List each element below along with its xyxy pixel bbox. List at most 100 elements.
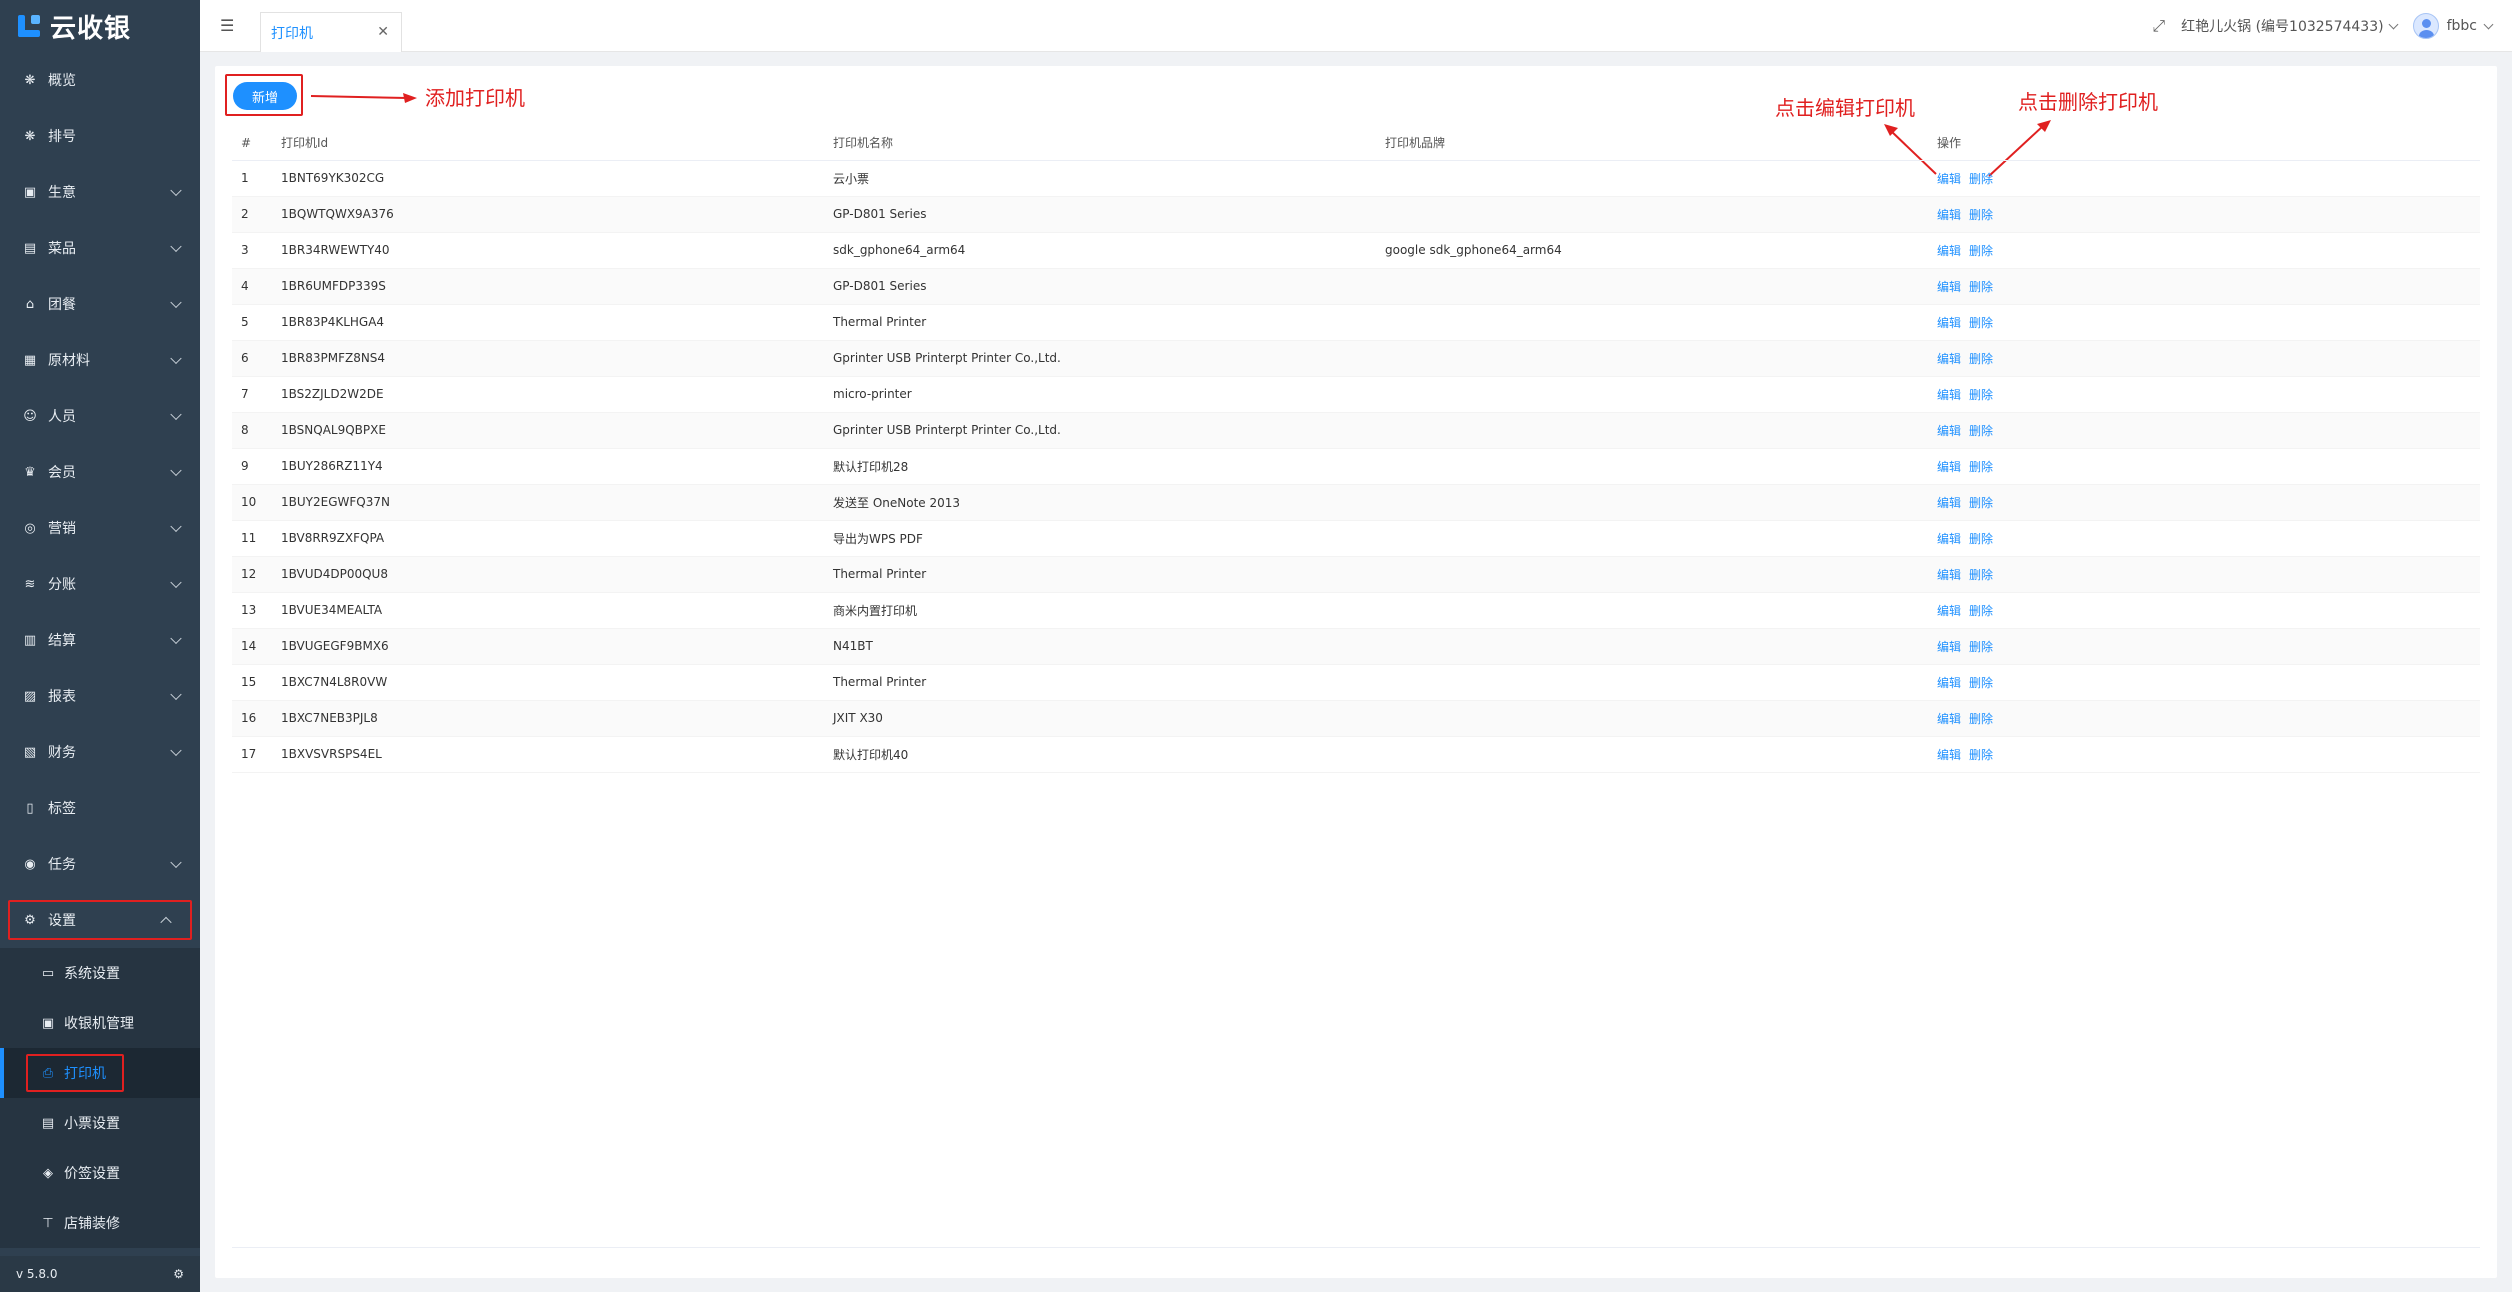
delete-button[interactable]: 删除 — [1969, 208, 1993, 222]
delete-button[interactable]: 删除 — [1969, 244, 1993, 258]
table-header-row: # 打印机Id 打印机名称 打印机品牌 操作 — [232, 126, 2480, 161]
cell-id: 1BR6UMFDP339S — [272, 268, 824, 305]
close-icon[interactable]: ✕ — [377, 24, 389, 40]
cell-id: 1BVUD4DP00QU8 — [272, 556, 824, 593]
column-header-id: 打印机Id — [272, 126, 824, 161]
delete-button[interactable]: 删除 — [1969, 316, 1993, 330]
cell-id: 1BSNQAL9QBPXE — [272, 412, 824, 449]
submenu-item-4[interactable]: ◈ 价签设置 — [0, 1148, 200, 1198]
delete-button[interactable]: 删除 — [1969, 280, 1993, 294]
cell-brand — [1376, 340, 1928, 377]
sidebar-item-label: 任务 — [48, 857, 76, 873]
sidebar-item-1[interactable]: ❋ 排号 — [0, 108, 200, 164]
materials-icon: ▦ — [23, 352, 37, 368]
delete-button[interactable]: 删除 — [1969, 604, 1993, 618]
edit-button[interactable]: 编辑 — [1937, 676, 1961, 690]
delete-button[interactable]: 删除 — [1969, 532, 1993, 546]
edit-button[interactable]: 编辑 — [1937, 388, 1961, 402]
sidebar-item-8[interactable]: ◎ 营销 — [0, 500, 200, 556]
edit-button[interactable]: 编辑 — [1937, 748, 1961, 762]
delete-button[interactable]: 删除 — [1969, 712, 1993, 726]
submenu-item-0[interactable]: ▭ 系统设置 — [0, 948, 200, 998]
delete-button[interactable]: 删除 — [1969, 352, 1993, 366]
sidebar-item-label: 报表 — [48, 689, 76, 705]
monitor-icon: ▭ — [41, 965, 55, 981]
edit-button[interactable]: 编辑 — [1937, 604, 1961, 618]
edit-button[interactable]: 编辑 — [1937, 208, 1961, 222]
chevron-down-icon — [2483, 19, 2494, 29]
sidebar-item-4[interactable]: ⌂ 团餐 — [0, 276, 200, 332]
edit-button[interactable]: 编辑 — [1937, 460, 1961, 474]
edit-button[interactable]: 编辑 — [1937, 424, 1961, 438]
sidebar-item-0[interactable]: ❋ 概览 — [0, 52, 200, 108]
logo[interactable]: 云收银 — [0, 0, 200, 52]
edit-button[interactable]: 编辑 — [1937, 712, 1961, 726]
annotation-delete: 点击删除打印机 — [2018, 90, 2158, 114]
cell-brand — [1376, 628, 1928, 665]
sidebar-item-settings[interactable]: ⚙ 设置 — [8, 900, 192, 940]
column-header-brand: 打印机品牌 — [1376, 126, 1928, 161]
cell-id: 1BV8RR9ZXFQPA — [272, 520, 824, 557]
sidebar-item-14[interactable]: ◉ 任务 — [0, 836, 200, 892]
user-menu[interactable]: fbbc — [2412, 13, 2494, 39]
sidebar-item-10[interactable]: ▥ 结算 — [0, 612, 200, 668]
fullscreen-icon[interactable]: ⤢ — [2152, 16, 2165, 36]
edit-button[interactable]: 编辑 — [1937, 568, 1961, 582]
delete-button[interactable]: 删除 — [1969, 424, 1993, 438]
delete-button[interactable]: 删除 — [1969, 172, 1993, 186]
cell-brand — [1376, 268, 1928, 305]
cell-id: 1BR83P4KLHGA4 — [272, 304, 824, 341]
edit-button[interactable]: 编辑 — [1937, 640, 1961, 654]
settings-gear-icon[interactable]: ⚙ — [173, 1267, 184, 1281]
delete-button[interactable]: 删除 — [1969, 640, 1993, 654]
sidebar-item-7[interactable]: ♛ 会员 — [0, 444, 200, 500]
delete-button[interactable]: 删除 — [1969, 676, 1993, 690]
submenu-item-2[interactable]: ⎙ 打印机 — [0, 1048, 200, 1098]
edit-button[interactable]: 编辑 — [1937, 352, 1961, 366]
edit-button[interactable]: 编辑 — [1937, 316, 1961, 330]
store-selector[interactable]: 红艳儿火锅 (编号1032574433) — [2181, 16, 2399, 36]
edit-button[interactable]: 编辑 — [1937, 172, 1961, 186]
cell-idx: 12 — [232, 556, 272, 593]
tab-printer[interactable]: 打印机 ✕ — [260, 12, 402, 52]
delete-button[interactable]: 删除 — [1969, 568, 1993, 582]
submenu-item-5[interactable]: ⊤ 店铺装修 — [0, 1198, 200, 1248]
sidebar-item-13[interactable]: ▯ 标签 — [0, 780, 200, 836]
sidebar-item-2[interactable]: ▣ 生意 — [0, 164, 200, 220]
printer-panel: 新增 添加打印机 点击编辑打印机 点击删除打印机 # 打印机Id 打印机名称 打… — [215, 66, 2497, 1278]
cell-idx: 14 — [232, 628, 272, 665]
sidebar-item-5[interactable]: ▦ 原材料 — [0, 332, 200, 388]
table-row: 12 1BVUD4DP00QU8 Thermal Printer 编辑 删除 — [232, 556, 2480, 593]
cell-id: 1BVUGEGF9BMX6 — [272, 628, 824, 665]
user-name: fbbc — [2446, 18, 2477, 34]
sidebar-item-3[interactable]: ▤ 菜品 — [0, 220, 200, 276]
sidebar-item-12[interactable]: ▧ 财务 — [0, 724, 200, 780]
submenu-item-1[interactable]: ▣ 收银机管理 — [0, 998, 200, 1048]
overview-icon: ❋ — [24, 72, 36, 88]
delete-button[interactable]: 删除 — [1969, 496, 1993, 510]
sidebar-item-11[interactable]: ▨ 报表 — [0, 668, 200, 724]
member-icon: ♛ — [24, 464, 36, 480]
cell-brand — [1376, 448, 1928, 485]
sidebar-item-label: 营销 — [48, 521, 76, 537]
add-printer-button[interactable]: 新增 — [233, 82, 297, 110]
edit-button[interactable]: 编辑 — [1937, 532, 1961, 546]
menu-fold-icon[interactable]: ☰ — [220, 16, 238, 35]
sidebar-item-9[interactable]: ≋ 分账 — [0, 556, 200, 612]
dish-icon: ▤ — [23, 240, 37, 256]
delete-button[interactable]: 删除 — [1969, 748, 1993, 762]
sidebar-item-label: 分账 — [48, 577, 76, 593]
submenu-item-3[interactable]: ▤ 小票设置 — [0, 1098, 200, 1148]
cell-idx: 8 — [232, 412, 272, 449]
sidebar-item-6[interactable]: ☺ 人员 — [0, 388, 200, 444]
cell-name: Gprinter USB Printerpt Printer Co.,Ltd. — [824, 412, 1376, 449]
edit-button[interactable]: 编辑 — [1937, 280, 1961, 294]
chevron-down-icon — [2388, 19, 2399, 29]
chevron-down-icon — [170, 688, 182, 701]
edit-button[interactable]: 编辑 — [1937, 496, 1961, 510]
delete-button[interactable]: 删除 — [1969, 460, 1993, 474]
cell-actions: 编辑 删除 — [1928, 520, 2480, 557]
edit-button[interactable]: 编辑 — [1937, 244, 1961, 258]
delete-button[interactable]: 删除 — [1969, 388, 1993, 402]
column-header-name: 打印机名称 — [824, 126, 1376, 161]
